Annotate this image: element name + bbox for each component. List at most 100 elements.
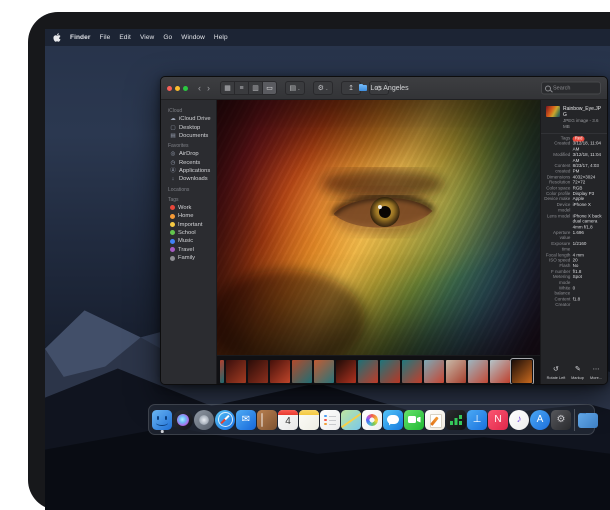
dock-contacts[interactable] [257,410,277,430]
sidebar-item-work[interactable]: Work [161,204,216,212]
gallery-thumbnail-3[interactable] [270,360,290,383]
gallery-thumbnail-1[interactable] [226,360,246,383]
gallery-thumbnail-14[interactable] [512,360,532,383]
dock-app-store[interactable]: A [530,410,550,430]
dock-launchpad[interactable] [194,410,214,430]
dock-pages[interactable] [425,410,445,430]
zoom-button[interactable] [183,86,188,91]
group-button[interactable]: ▤ ⌄ [285,81,305,95]
tags-button[interactable]: ◇ [369,81,389,95]
dock-facetime[interactable] [404,410,424,430]
menu-edit[interactable]: Edit [119,34,131,41]
rotate-left-button[interactable]: ↺Rotate Left [545,366,567,380]
sidebar-item-airdrop[interactable]: ◎AirDrop [161,150,216,158]
apple-menu[interactable] [53,33,61,42]
display-bezel: Finder File Edit View Go Window Help ‹ › ▦≡▥▭ … [28,12,610,510]
gallery-thumbnail-7[interactable] [358,360,378,383]
menu-go[interactable]: Go [163,34,172,41]
gallery-thumbnail-6[interactable] [336,360,356,383]
sidebar-item-home[interactable]: Home [161,212,216,220]
sidebar-section-locations: Locations [161,184,216,194]
sidebar-item-downloads[interactable]: ↓Downloads [161,175,216,183]
gallery-thumbnail-0[interactable] [220,360,224,383]
sidebar-item-family[interactable]: Family [161,254,216,262]
quick-action-label: Markup [572,375,585,379]
gallery-thumbnail-13[interactable] [490,360,510,383]
sidebar-item-applications[interactable]: ⒶApplications [161,167,216,175]
photos-icon [362,410,382,430]
more-button[interactable]: ⋯More... [589,366,603,380]
gallery-thumbnail-11[interactable] [446,360,466,383]
dock-notes[interactable] [299,410,319,430]
dock-maps[interactable] [341,410,361,430]
minimize-button[interactable] [175,86,180,91]
dock-reminders[interactable] [320,410,340,430]
gallery-thumbnail-9[interactable] [402,360,422,383]
sidebar-item-school[interactable]: School [161,229,216,237]
metadata-label: Modified [544,153,573,164]
metadata-value: f1.8 [573,297,604,308]
dock-siri[interactable] [173,410,193,430]
sidebar-item-icloud-drive[interactable]: ☁iCloud Drive [161,115,216,123]
system-preferences-icon: ⚙ [551,410,571,430]
quick-action-label: More... [590,375,602,379]
dock-calendar[interactable]: 4 [278,410,298,430]
markup-button[interactable]: ✎Markup [570,366,585,380]
menu-finder[interactable]: Finder [70,34,90,41]
menu-file[interactable]: File [99,34,110,41]
dock-mail[interactable]: ✉ [236,410,256,430]
sidebar-item-important[interactable]: Important [161,220,216,228]
stocks-icon [446,410,466,430]
file-summary: Rainbow_Eye.JPG JPEG image - 3.6 MB [541,100,607,134]
menu-help[interactable]: Help [214,34,228,41]
gallery-thumbnail-4[interactable] [292,360,312,383]
dock-system-preferences[interactable]: ⚙ [551,410,571,430]
sidebar-item-recents[interactable]: ◷Recents [161,159,216,167]
metadata-value: 3/12/18, 11:04 AM [573,153,604,164]
sidebar-item-desktop[interactable]: ▢Desktop [161,123,216,131]
dock-itunes[interactable]: ♪ [509,410,529,430]
metadata-label: Device model [544,203,573,214]
dock-photos[interactable] [362,410,382,430]
sidebar-item-music[interactable]: Music [161,237,216,245]
window-toolbar[interactable]: ‹ › ▦≡▥▭ ▤ ⌄ ⚙ ⌄ ↥ ◇ [161,77,607,100]
dock-downloads[interactable] [578,411,598,428]
dock-keynote[interactable]: ⊥ [467,410,487,430]
gallery-thumbnail-5[interactable] [314,360,334,383]
dock-stocks[interactable] [446,410,466,430]
column-view-button[interactable]: ▥ [249,82,263,94]
metadata-value: 1/2160 [573,242,604,253]
dock-safari[interactable] [215,410,235,430]
action-button[interactable]: ⚙ ⌄ [313,81,333,95]
tag-color-dot [170,239,175,244]
gallery-thumbnail-8[interactable] [380,360,400,383]
search-field[interactable] [541,82,601,95]
back-button[interactable]: ‹ [198,84,201,93]
gallery-thumbnail-10[interactable] [424,360,444,383]
menu-view[interactable]: View [140,34,154,41]
dock-messages[interactable] [383,410,403,430]
rainbow-eye-photo-preview [217,100,540,355]
tag-color-dot [170,256,175,261]
gallery-view-button[interactable]: ▭ [263,82,276,94]
gear-icon: ⚙ [318,84,324,92]
icon-view-button[interactable]: ▦ [221,82,235,94]
sidebar-item-documents[interactable]: ▤Documents [161,132,216,140]
gallery-thumbnail-2[interactable] [248,360,268,383]
gallery-thumbnail-12[interactable] [468,360,488,383]
metadata-row: Created3/12/18, 11:04 AM [544,142,604,153]
list-view-button[interactable]: ≡ [235,82,249,94]
share-button[interactable]: ↥ [341,81,361,95]
sidebar-item-label: Desktop [179,125,200,131]
forward-button[interactable]: › [207,84,210,93]
search-input[interactable] [553,85,597,91]
tag-color-dot [170,205,175,210]
metadata-row: White balance0 [544,286,604,297]
dock-news[interactable]: N [488,410,508,430]
dock-finder[interactable] [152,410,172,430]
metadata-label: Content Creator [544,297,573,308]
close-button[interactable] [167,86,172,91]
sidebar-item-travel[interactable]: Travel [161,246,216,254]
mail-icon-glyph: ✉ [242,415,250,425]
menu-window[interactable]: Window [181,34,205,41]
